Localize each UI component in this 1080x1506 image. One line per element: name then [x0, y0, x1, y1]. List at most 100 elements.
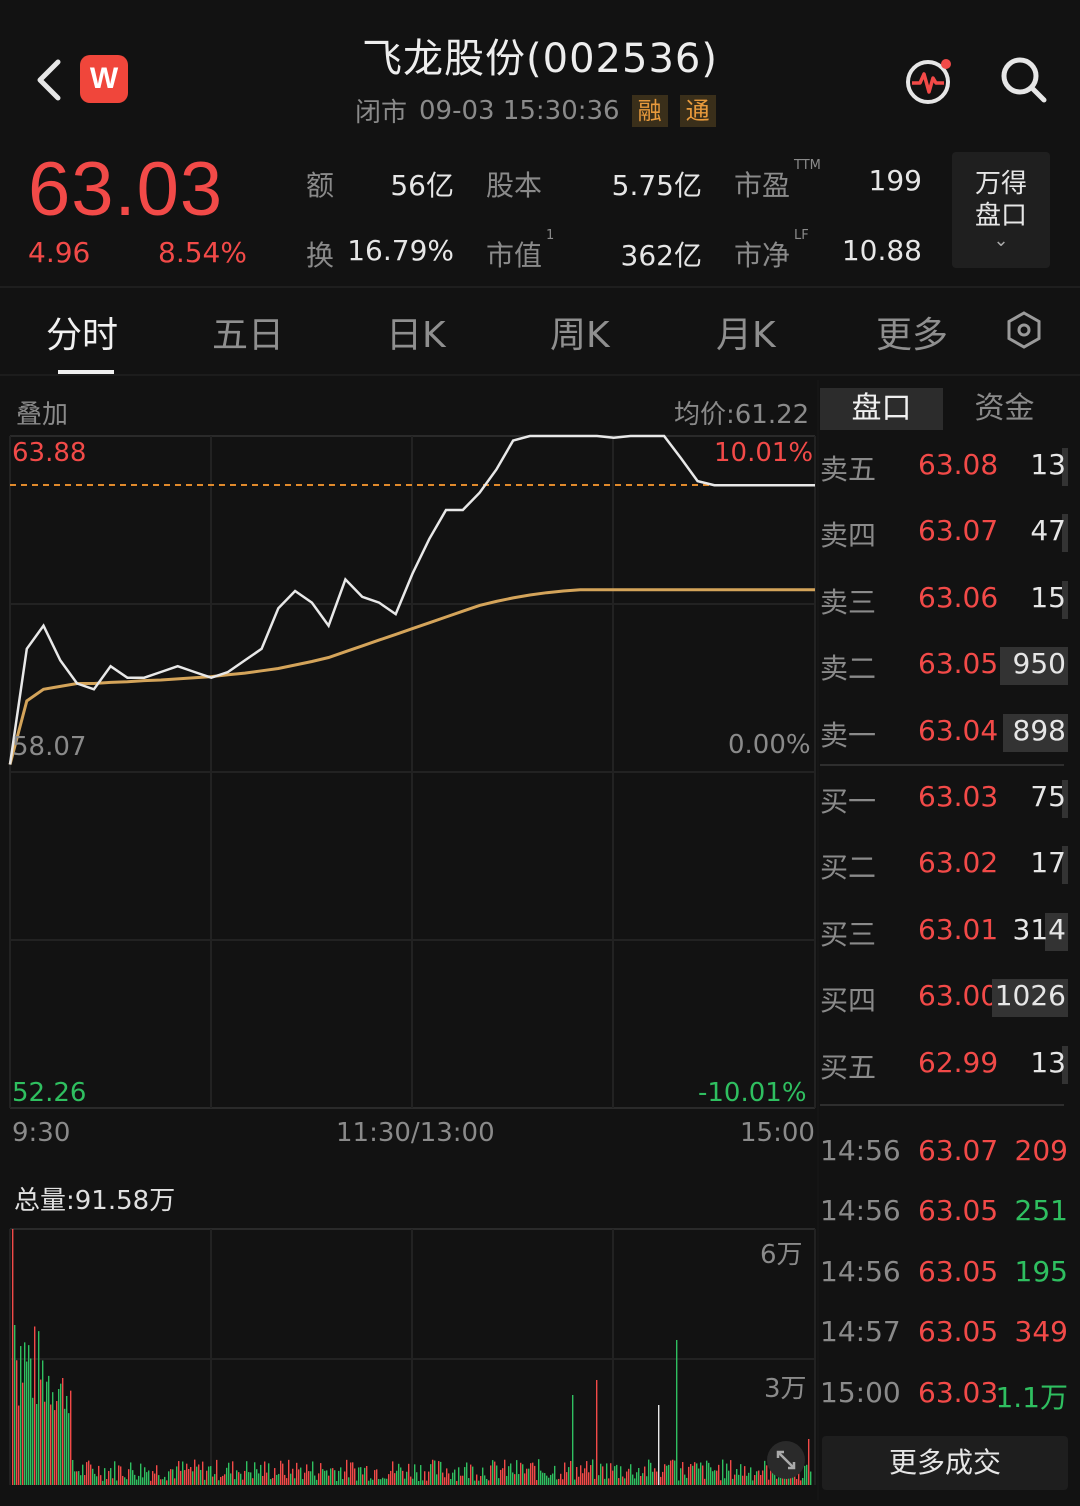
orderbook-row[interactable]: 卖三 63.06 15	[820, 580, 1068, 621]
volume-bar	[182, 1461, 184, 1485]
volume-bar	[282, 1463, 284, 1485]
volume-bar	[70, 1390, 72, 1485]
volume-chart[interactable]	[0, 1165, 820, 1505]
orderbook-row[interactable]: 买五 62.99 13	[820, 1045, 1068, 1086]
volume-bar	[26, 1361, 28, 1485]
orderbook-price: 63.02	[918, 846, 999, 880]
volume-bar	[206, 1470, 208, 1485]
volume-bar	[760, 1474, 762, 1485]
volume-bar	[630, 1464, 632, 1485]
volume-bar	[484, 1475, 486, 1485]
orderbook-row[interactable]: 买一 63.03 75	[820, 780, 1068, 820]
volume-bar	[358, 1467, 360, 1485]
volume-bar	[446, 1468, 448, 1485]
volume-bar	[370, 1478, 372, 1485]
volume-bar	[538, 1459, 540, 1485]
search-icon[interactable]	[998, 54, 1050, 106]
tab-capital-flow[interactable]: 资金	[943, 388, 1066, 430]
tab-orderbook[interactable]: 盘口	[820, 388, 943, 430]
volume-bar	[228, 1462, 230, 1485]
volume-bar	[616, 1464, 618, 1485]
volume-bar	[550, 1474, 552, 1485]
volume-bar	[518, 1474, 520, 1485]
volume-bar	[200, 1469, 202, 1485]
volume-bar	[622, 1476, 624, 1485]
trade-time: 14:56	[820, 1134, 901, 1167]
volume-bar	[606, 1463, 608, 1485]
volume-bar	[268, 1463, 270, 1485]
connect-tag: 通	[679, 94, 716, 127]
volume-bar	[600, 1463, 602, 1485]
volume-bar	[748, 1472, 750, 1485]
volume-bar	[682, 1462, 684, 1485]
volume-bar	[256, 1469, 258, 1485]
volume-bar	[712, 1471, 714, 1485]
orderbook-row[interactable]: 卖五 63.08 13	[820, 448, 1068, 488]
tab-daily-k[interactable]: 日K	[386, 306, 446, 358]
expand-icon[interactable]	[766, 1440, 806, 1480]
volume-bar	[272, 1478, 274, 1485]
orderbook-row[interactable]: 卖一 63.04 898	[820, 713, 1068, 754]
volume-bar	[548, 1477, 550, 1485]
orderbook-level-label: 买二	[820, 851, 877, 885]
volume-bar	[298, 1469, 300, 1485]
intraday-price-chart[interactable]	[0, 380, 820, 1160]
volume-bar	[60, 1383, 62, 1485]
volume-bar	[598, 1475, 600, 1485]
stat-sup-pb: LF	[794, 228, 809, 243]
time-label-close: 15:00	[740, 1118, 815, 1148]
volume-bar	[16, 1360, 18, 1485]
volume-bar	[12, 1229, 14, 1485]
trade-price: 63.05	[918, 1254, 999, 1288]
tab-intraday[interactable]: 分时	[46, 306, 118, 358]
orderbook-price: 63.00	[918, 979, 999, 1013]
orderbook-row[interactable]: 买三 63.01 314	[820, 912, 1068, 953]
orderbook-row[interactable]: 卖四 63.07 47	[820, 514, 1068, 554]
orderbook-row[interactable]: 买二 63.02 17	[820, 846, 1068, 886]
tab-more[interactable]: 更多	[876, 306, 948, 358]
volume-bar	[500, 1469, 502, 1485]
volume-bar	[700, 1462, 702, 1485]
volume-bar	[106, 1479, 108, 1485]
volume-bar	[664, 1464, 666, 1485]
tab-weekly-k[interactable]: 周K	[550, 306, 610, 358]
volume-bar	[628, 1468, 630, 1485]
volume-bar	[660, 1476, 662, 1485]
pulse-alert-icon[interactable]	[904, 56, 954, 106]
volume-bar	[608, 1478, 610, 1485]
more-trades-button[interactable]: 更多成交	[822, 1436, 1068, 1490]
tab-five-day[interactable]: 五日	[212, 306, 284, 358]
tab-monthly-k[interactable]: 月K	[716, 306, 776, 358]
volume-bar	[112, 1478, 114, 1485]
volume-bar	[492, 1460, 494, 1485]
volume-bar	[118, 1465, 120, 1485]
volume-bar	[542, 1472, 544, 1485]
volume-bar	[88, 1460, 90, 1485]
orderbook-row[interactable]: 买四 63.00 1026	[820, 979, 1068, 1019]
wind-orderbook-button[interactable]: 万得 盘口 ⌄	[952, 152, 1050, 268]
volume-bar	[178, 1461, 180, 1485]
volume-bar	[508, 1466, 510, 1485]
trade-row: 14:56 63.07 209	[820, 1134, 1070, 1174]
volume-bar	[58, 1388, 60, 1485]
vol-tick-3w: 3万	[764, 1374, 807, 1404]
volume-bar	[144, 1467, 146, 1485]
volume-bar	[154, 1473, 156, 1485]
volume-bar	[740, 1464, 742, 1485]
orderbook-volume: 898	[1012, 713, 1066, 747]
volume-bar	[422, 1480, 424, 1485]
volume-bar	[566, 1472, 568, 1485]
volume-bar	[310, 1471, 312, 1485]
volume-bar	[36, 1404, 38, 1485]
volume-bar	[546, 1475, 548, 1485]
volume-bar	[554, 1465, 556, 1485]
volume-bar	[702, 1465, 704, 1485]
vol-tick-6w: 6万	[760, 1240, 803, 1270]
orderbook-volume: 75	[1030, 780, 1066, 813]
volume-bar	[126, 1479, 128, 1485]
settings-icon[interactable]	[1004, 310, 1044, 350]
orderbook-row[interactable]: 卖二 63.05 950	[820, 647, 1068, 687]
volume-bar	[252, 1478, 254, 1485]
volume-bar	[636, 1472, 638, 1485]
divider	[0, 374, 1080, 376]
